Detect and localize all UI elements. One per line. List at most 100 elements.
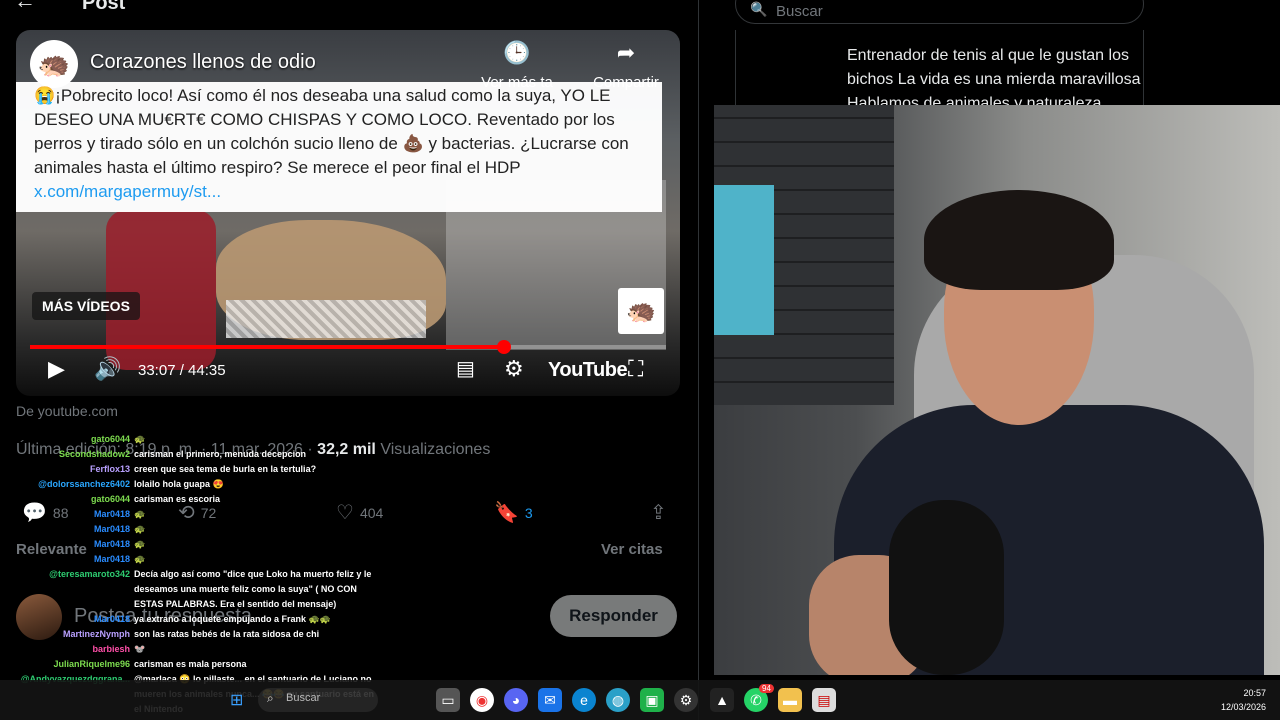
video-controls: ▶ 🔊 33:07 / 44:35 ▤ ⚙ YouTube ⛶ (16, 356, 680, 390)
chat-text: creen que sea tema de burla en la tertul… (134, 464, 317, 474)
volume-icon[interactable]: 🔊 (94, 356, 121, 382)
chat-text: carisman el primero, menuda decepcion (134, 449, 307, 459)
channel-avatar-icon[interactable]: 🦔 (30, 40, 78, 88)
gear-icon[interactable]: ⚙ (674, 688, 698, 712)
chat-username[interactable]: @teresamaroto342 (49, 567, 130, 582)
chat-username[interactable]: gato6044 (91, 492, 130, 507)
windows-start-icon[interactable]: ⊞ (230, 690, 243, 710)
progress-fill (30, 345, 504, 349)
chat-message: Secondshadow2 carisman el primero, menuda… (0, 447, 380, 462)
clock-time: 20:57 (1243, 688, 1266, 698)
folder-icon[interactable]: ▬ (778, 688, 802, 712)
youtube-embed[interactable]: 🦔 Corazones llenos de odio 🕒 Ver más ta … (16, 30, 680, 396)
search-icon: 🔍 (750, 1, 768, 17)
chrome-icon[interactable]: ◉ (470, 688, 494, 712)
chat-username[interactable]: Mar0418 (94, 612, 130, 627)
streamer-hair (924, 190, 1114, 290)
chat-text: ya extraño a loquete empujando a Frank 🐢… (134, 614, 331, 624)
chat-text: 🐢 (134, 509, 146, 519)
taskbar-search-placeholder: Buscar (286, 692, 321, 704)
chat-text: son las ratas bebés de la rata sidosa de… (134, 629, 320, 639)
post-header-title: Post (82, 0, 126, 14)
app-icon[interactable]: ▲ (710, 688, 734, 712)
chat-username[interactable]: Secondshadow2 (59, 447, 130, 462)
fullscreen-icon[interactable]: ⛶ (628, 356, 643, 382)
chat-message: barbiesh 🐭 (0, 642, 380, 657)
chat-username[interactable]: Mar0418 (94, 522, 130, 537)
chat-text: 🐢 (134, 539, 146, 549)
column-divider (698, 0, 699, 720)
microphone (889, 500, 1004, 675)
chat-message: gato6044 🐢 (0, 432, 380, 447)
embedded-tweet-link[interactable]: x.com/margapermuy/st... (34, 182, 221, 201)
view-quotes-link[interactable]: Ver citas (601, 541, 663, 558)
chat-username[interactable]: Mar0418 (94, 537, 130, 552)
views-label: Visualizaciones (380, 441, 491, 458)
green-app-icon[interactable]: ▣ (640, 688, 664, 712)
globe-icon[interactable]: ◍ (606, 688, 630, 712)
settings-gear-icon[interactable]: ⚙ (504, 356, 524, 382)
search-placeholder: Buscar (776, 3, 823, 20)
taskbar-search[interactable]: ⌕ Buscar (258, 688, 378, 712)
channel-watermark-icon[interactable]: 🦔 (618, 288, 664, 334)
subtitles-icon[interactable]: ▤ (456, 356, 475, 381)
bookmark-icon: 🔖 (494, 502, 519, 524)
reply-button[interactable]: Responder (550, 595, 677, 637)
chat-username[interactable]: gato6044 (91, 432, 130, 447)
chat-username[interactable]: @dolorssanchez6402 (38, 477, 130, 492)
edge-icon[interactable]: e (572, 688, 596, 712)
chat-message: Mar0418 🐢 (0, 552, 380, 567)
search-icon: ⌕ (267, 691, 274, 705)
more-videos-button[interactable]: MÁS VÍDEOS (32, 292, 140, 320)
taskbar-clock[interactable]: 20:57 12/03/2026 (1221, 686, 1266, 714)
chat-text: 🐢 (134, 554, 146, 564)
share-action[interactable]: ⇪ (650, 500, 667, 525)
chat-username[interactable]: JulianRiquelme96 (53, 657, 130, 672)
stream-chat-overlay: gato6044 🐢 Secondshadow2 carisman el primer… (0, 432, 380, 717)
bookmark-count: 3 (524, 504, 533, 521)
search-input[interactable]: 🔍 Buscar (735, 0, 1144, 24)
chat-message: @teresamaroto342 Decía algo así como "dic… (0, 567, 380, 612)
background-monitor (714, 185, 774, 335)
play-icon[interactable]: ▶ (48, 356, 65, 382)
bookmark-action[interactable]: 🔖 3 (494, 500, 533, 525)
chat-text: carisman es escoria (134, 494, 221, 504)
windows-taskbar: ⊞ ⌕ Buscar ▭ ◉ ◕ ✉ e ◍ ▣ ⚙ ▲ ✆ ▬ ▤ (0, 680, 1280, 720)
video-frame-mat (226, 300, 426, 338)
clock-icon: 🕒 (503, 40, 531, 65)
chat-username[interactable]: MartinezNymph (63, 627, 130, 642)
chat-message: Mar0418 🐢 (0, 522, 380, 537)
webcam-feed (714, 105, 1280, 675)
chat-message: JulianRiquelme96 carisman es mala persona (0, 657, 380, 672)
x-post-panel: ← Post 🦔 Corazones llenos de odio 🕒 Ver … (0, 0, 698, 720)
chat-text: 🐢 (134, 434, 146, 444)
share-upload-icon: ⇪ (650, 502, 667, 524)
progress-knob[interactable] (496, 340, 511, 354)
share-arrow-icon: ➦ (616, 40, 636, 65)
chat-text: carisman es mala persona (134, 659, 247, 669)
chat-message: Mar0418 ya extraño a loquete empujando a … (0, 612, 380, 627)
chat-username[interactable]: Mar0418 (94, 552, 130, 567)
video-progress-bar[interactable] (30, 340, 666, 354)
chat-username[interactable]: barbiesh (92, 642, 130, 657)
chat-message: Ferflox13 creen que sea tema de burla en … (0, 462, 380, 477)
chat-text: 🐭 (134, 644, 146, 654)
chat-username[interactable]: Mar0418 (94, 507, 130, 522)
chat-message: @dolorssanchez6402 lolailo hola guapa 😍 (0, 477, 380, 492)
youtube-logo[interactable]: YouTube (548, 359, 628, 382)
discord-icon[interactable]: ◕ (504, 688, 528, 712)
chat-message: MartinezNymph son las ratas bebés de la r… (0, 627, 380, 642)
task-view-icon[interactable]: ▭ (436, 688, 460, 712)
mail-icon[interactable]: ✉ (538, 688, 562, 712)
profile-card: Entrenador de tenis al que le gustan los… (735, 30, 1144, 112)
document-icon[interactable]: ▤ (812, 688, 836, 712)
back-arrow-icon[interactable]: ← (14, 0, 36, 14)
chat-username[interactable]: Ferflox13 (90, 462, 130, 477)
right-sidebar: 🔍 Buscar Entrenador de tenis al que le g… (699, 0, 1280, 112)
clock-date: 12/03/2026 (1220, 702, 1266, 712)
video-title[interactable]: Corazones llenos de odio (90, 51, 316, 74)
chat-message: Mar0418 🐢 (0, 537, 380, 552)
embed-source: De youtube.com (16, 403, 118, 419)
chat-message: gato6044 carisman es escoria (0, 492, 380, 507)
embedded-tweet-card: 😭¡Pobrecito loco! Así como él nos deseab… (16, 82, 662, 212)
